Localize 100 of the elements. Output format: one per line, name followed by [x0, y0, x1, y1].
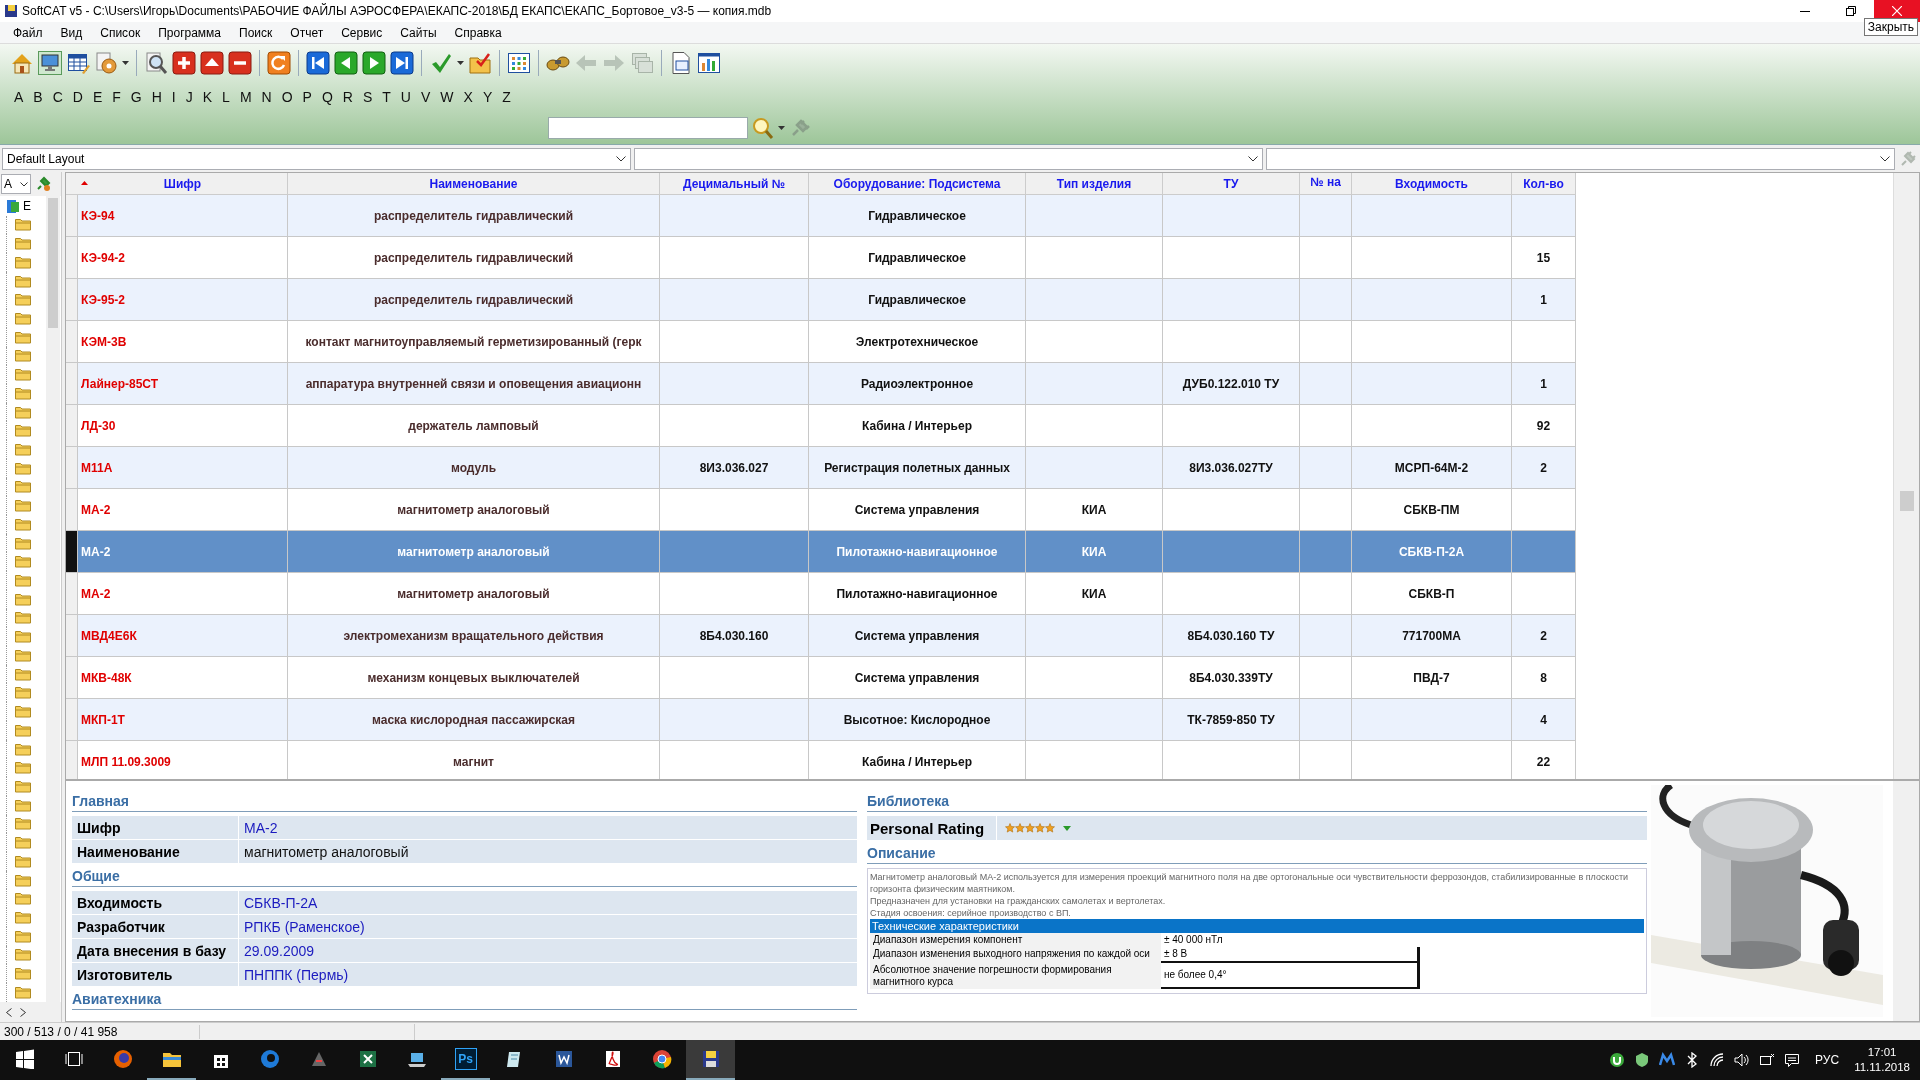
chart-icon[interactable] [697, 51, 721, 75]
scrollbar[interactable] [46, 196, 60, 1002]
letter-link[interactable]: R [337, 89, 358, 105]
home-icon[interactable] [10, 51, 34, 75]
letter-link[interactable]: N [256, 89, 277, 105]
column-header[interactable]: Входимость [1352, 173, 1512, 194]
tree-item[interactable]: Е [23, 198, 31, 213]
letter-link[interactable]: K [197, 89, 218, 105]
network-icon[interactable] [1759, 1052, 1776, 1068]
torrent-icon[interactable] [1609, 1052, 1626, 1068]
folder-check-icon[interactable] [468, 51, 492, 75]
table-row[interactable]: КЭ-95-2 распределитель гидравлический Гидравлическое 1 [66, 279, 1576, 321]
letter-link[interactable]: F [107, 89, 126, 105]
search-icon[interactable] [752, 117, 774, 139]
gear-icon[interactable] [94, 51, 118, 75]
plug-icon[interactable] [35, 176, 51, 192]
star-rating[interactable] [1005, 823, 1055, 833]
column-header[interactable]: Оборудование: Подсистема [809, 173, 1026, 194]
edge-icon[interactable] [259, 1049, 280, 1069]
field-link[interactable]: 29.09.2009 [239, 939, 857, 962]
speaker-icon[interactable] [1734, 1052, 1751, 1068]
letter-link[interactable]: M [234, 89, 257, 105]
table-row[interactable]: МЛП 11.09.3009 магнит Кабина / Интерьер 22 [66, 741, 1576, 779]
chevron-left-icon[interactable] [6, 1007, 12, 1017]
letter-link[interactable]: A [9, 89, 29, 105]
table-row[interactable]: МКВ-48К механизм концевых выключателей Система управления 8Б4.030.339ТУ ПВД-7 8 [66, 657, 1576, 699]
floppy-icon[interactable] [700, 1049, 721, 1069]
letter-link[interactable]: C [47, 89, 68, 105]
monitor-icon[interactable] [38, 51, 62, 75]
letter-link[interactable]: I [166, 89, 181, 105]
search-icon[interactable] [144, 51, 168, 75]
checkmark-icon[interactable] [429, 51, 453, 75]
scrollbar[interactable] [1893, 173, 1919, 779]
table-row[interactable]: ЛД-30 держатель ламповый Кабина / Интерьер 92 [66, 405, 1576, 447]
table-row[interactable]: КЭ-94-2 распределитель гидравлический Гидравлическое 15 [66, 237, 1576, 279]
layout-dropdown[interactable] [1266, 147, 1895, 170]
last-icon[interactable] [390, 51, 414, 75]
column-header[interactable]: ТУ [1163, 173, 1300, 194]
menu-item[interactable]: Отчет [281, 25, 333, 40]
field-link[interactable]: СБКВ-П-2А [239, 891, 857, 914]
search-field[interactable] [548, 117, 748, 139]
menu-item[interactable]: Вид [51, 25, 92, 40]
windows-icon[interactable] [14, 1049, 35, 1069]
menu-item[interactable]: Программа [149, 25, 231, 40]
menu-item[interactable]: Список [91, 25, 150, 40]
column-header[interactable]: Тип изделия [1026, 173, 1163, 194]
letter-link[interactable]: H [146, 89, 167, 105]
letter-link[interactable]: X [458, 89, 478, 105]
clock-date[interactable]: 11.11.2018 [1854, 1060, 1910, 1075]
arrow-up-icon[interactable] [200, 51, 224, 75]
stacked-windows-icon[interactable] [630, 51, 654, 75]
task-view-icon[interactable] [63, 1049, 84, 1069]
letter-link[interactable]: U [395, 89, 416, 105]
minus-icon[interactable] [228, 51, 252, 75]
notification-icon[interactable] [1784, 1052, 1801, 1068]
column-header[interactable]: Децимальный № [660, 173, 809, 194]
next-icon[interactable] [362, 51, 386, 75]
letter-link[interactable]: O [276, 89, 298, 105]
caret-icon[interactable] [457, 61, 464, 65]
menu-item[interactable]: Сервис [332, 25, 392, 40]
table-icon[interactable] [66, 51, 90, 75]
table-row[interactable]: МВД4Е6К электромеханизм вращательного действия 8Б4.030.160 Система управления 8Б4.030.160 ТУ 771700МА 2 [66, 615, 1576, 657]
caret-icon[interactable] [778, 126, 785, 130]
first-icon[interactable] [306, 51, 330, 75]
scrollbar[interactable] [1893, 781, 1919, 1021]
photoshop-icon[interactable]: Ps [454, 1048, 477, 1070]
menu-item[interactable]: Поиск [230, 25, 282, 40]
chevron-right-icon[interactable] [20, 1007, 26, 1017]
layout-dropdown[interactable]: Default Layout [2, 147, 631, 170]
letter-link[interactable]: L [217, 89, 235, 105]
field-link[interactable]: РПКБ (Раменское) [239, 915, 857, 938]
column-header[interactable]: Наименование [288, 173, 660, 194]
language-indicator[interactable]: РУС [1815, 1053, 1840, 1067]
globe-icon[interactable] [112, 1049, 133, 1069]
layout-dropdown[interactable] [634, 147, 1263, 170]
table-row[interactable]: МА-2 магнитометр аналоговый Пилотажно-навигационное КИА СБКВ-П [66, 573, 1576, 615]
column-header[interactable]: Кол-во [1512, 173, 1576, 194]
letter-link[interactable]: D [67, 89, 88, 105]
table-row[interactable]: М11А модуль 8И3.036.027 Регистрация полетных данных 8И3.036.027ТУ МСРП-64М-2 2 [66, 447, 1576, 489]
column-header[interactable]: № на [1300, 173, 1352, 194]
shield-icon[interactable] [1634, 1052, 1651, 1068]
table-row[interactable]: КЭ-94 распределитель гидравлический Гидравлическое [66, 195, 1576, 237]
letter-link[interactable]: B [28, 89, 48, 105]
table-row[interactable]: МКП-1Т маска кислородная пассажирская Высотное: Кислородное ТК-7859-850 ТУ 4 [66, 699, 1576, 741]
letter-link[interactable]: V [415, 89, 436, 105]
plus-icon[interactable] [172, 51, 196, 75]
field-link[interactable]: МА-2 [239, 816, 857, 839]
column-header[interactable]: Шифр [78, 173, 288, 194]
taskbar-button[interactable]: Ps [441, 1040, 490, 1080]
menu-item[interactable]: Файл [4, 25, 52, 40]
letter-link[interactable]: Z [497, 89, 516, 105]
caret-icon[interactable] [122, 61, 129, 65]
database-icon[interactable] [6, 197, 20, 214]
table-row[interactable]: МА-2 магнитометр аналоговый Система управления КИА СБКВ-ПМ [66, 489, 1576, 531]
table-row[interactable]: КЭМ-3В контакт магнитоуправляемый герметизированный (герк Электротехническое [66, 321, 1576, 363]
letter-link[interactable]: T [377, 89, 396, 105]
spreadsheet-icon[interactable] [357, 1049, 378, 1069]
wifi-icon[interactable] [1709, 1052, 1726, 1068]
document-icon[interactable] [553, 1049, 574, 1069]
grid-icon[interactable] [507, 51, 531, 75]
